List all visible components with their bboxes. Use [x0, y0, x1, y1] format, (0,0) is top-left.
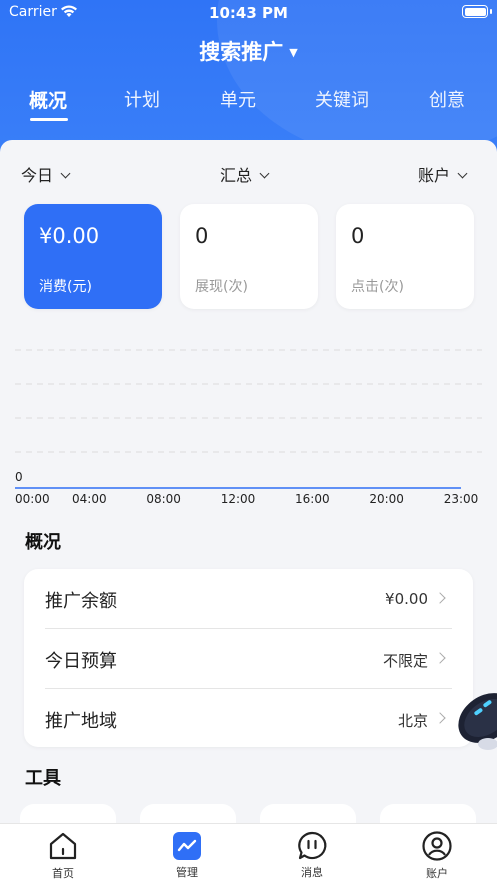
- scope-filter-label: 账户: [418, 166, 451, 185]
- trend-chart-icon: [173, 832, 201, 860]
- nav-label: 管理: [176, 866, 198, 879]
- chevron-right-icon: [434, 652, 446, 664]
- x-tick-label: 23:00: [444, 492, 479, 506]
- message-icon: [298, 831, 327, 860]
- row-label: 推广地域: [45, 711, 117, 732]
- chevron-right-icon: [434, 592, 446, 604]
- row-region[interactable]: 推广地域 北京: [45, 688, 452, 748]
- x-tick-label: 20:00: [369, 492, 404, 506]
- x-tick-label: 08:00: [146, 492, 181, 506]
- x-tick-label: 04:00: [72, 492, 107, 506]
- tab-creative[interactable]: 创意: [429, 86, 465, 112]
- row-value: 北京: [397, 712, 428, 730]
- chevron-right-icon: [434, 712, 446, 724]
- mode-filter-label: 汇总: [220, 166, 253, 185]
- metric-label: 展现(次): [195, 279, 248, 295]
- metric-value: 0: [351, 224, 365, 248]
- x-tick-label: 16:00: [295, 492, 330, 506]
- date-filter[interactable]: 今日: [21, 162, 71, 186]
- metric-label: 消费(元): [39, 279, 92, 295]
- tab-overview[interactable]: 概况: [29, 86, 67, 113]
- row-value: 不限定: [382, 652, 428, 670]
- tools-section-title: 工具: [25, 768, 61, 789]
- overview-section-title: 概况: [25, 532, 61, 553]
- battery-tip: [490, 9, 492, 14]
- nav-label: 首页: [52, 867, 74, 880]
- nav-account[interactable]: 账户: [397, 824, 477, 883]
- x-tick-label: 00:00: [15, 492, 50, 506]
- trend-chart: 0 00:00 04:00 08:00 12:00 16:00 20:00 23:00: [15, 349, 482, 506]
- status-bar: Carrier 10:43 PM: [0, 0, 497, 26]
- overview-card: 推广余额 ¥0.00 今日预算 不限定 推广地域 北京: [24, 569, 473, 747]
- home-icon: [49, 832, 77, 860]
- nav-label: 账户: [426, 867, 448, 880]
- bottom-nav: 首页 管理 消息 账户: [0, 823, 497, 883]
- nav-label: 消息: [301, 866, 323, 879]
- chevron-down-icon: [259, 168, 270, 179]
- user-icon: [422, 831, 452, 861]
- page-title: 搜索推广: [199, 40, 284, 64]
- tab-active-indicator: [30, 118, 68, 121]
- x-tick-label: 12:00: [221, 492, 256, 506]
- metric-card-clicks[interactable]: 0 点击(次): [336, 204, 474, 309]
- y-tick-label: 0: [15, 470, 23, 484]
- tab-unit[interactable]: 单元: [220, 86, 256, 112]
- page-title-dropdown[interactable]: 搜索推广 ▼: [0, 36, 497, 66]
- metric-value: ¥0.00: [39, 224, 100, 248]
- clock: 10:43 PM: [209, 4, 288, 22]
- row-balance[interactable]: 推广余额 ¥0.00: [45, 569, 452, 629]
- tab-keywords[interactable]: 关键词: [315, 86, 369, 112]
- battery-icon: [462, 5, 488, 18]
- row-value: ¥0.00: [385, 590, 428, 608]
- nav-manage[interactable]: 管理: [147, 824, 227, 883]
- row-label: 推广余额: [45, 591, 117, 612]
- assistant-robot-icon[interactable]: [452, 680, 497, 760]
- triangle-down-icon: ▼: [289, 46, 298, 59]
- metric-card-spend[interactable]: ¥0.00 消费(元): [24, 204, 162, 309]
- filter-bar: 今日 汇总 账户: [0, 158, 497, 186]
- row-label: 今日预算: [45, 651, 117, 672]
- chevron-down-icon: [60, 168, 71, 179]
- date-filter-label: 今日: [21, 166, 54, 185]
- mode-filter[interactable]: 汇总: [220, 162, 270, 186]
- nav-messages[interactable]: 消息: [272, 824, 352, 883]
- metric-label: 点击(次): [351, 279, 404, 295]
- tab-plan[interactable]: 计划: [124, 86, 160, 112]
- metric-value: 0: [195, 224, 209, 248]
- scope-filter[interactable]: 账户: [418, 162, 468, 186]
- chevron-down-icon: [457, 168, 468, 179]
- tab-bar: 概况 计划 单元 关键词 创意: [0, 86, 497, 126]
- row-budget[interactable]: 今日预算 不限定: [45, 628, 452, 688]
- nav-home[interactable]: 首页: [23, 824, 103, 883]
- metric-card-impressions[interactable]: 0 展现(次): [180, 204, 318, 309]
